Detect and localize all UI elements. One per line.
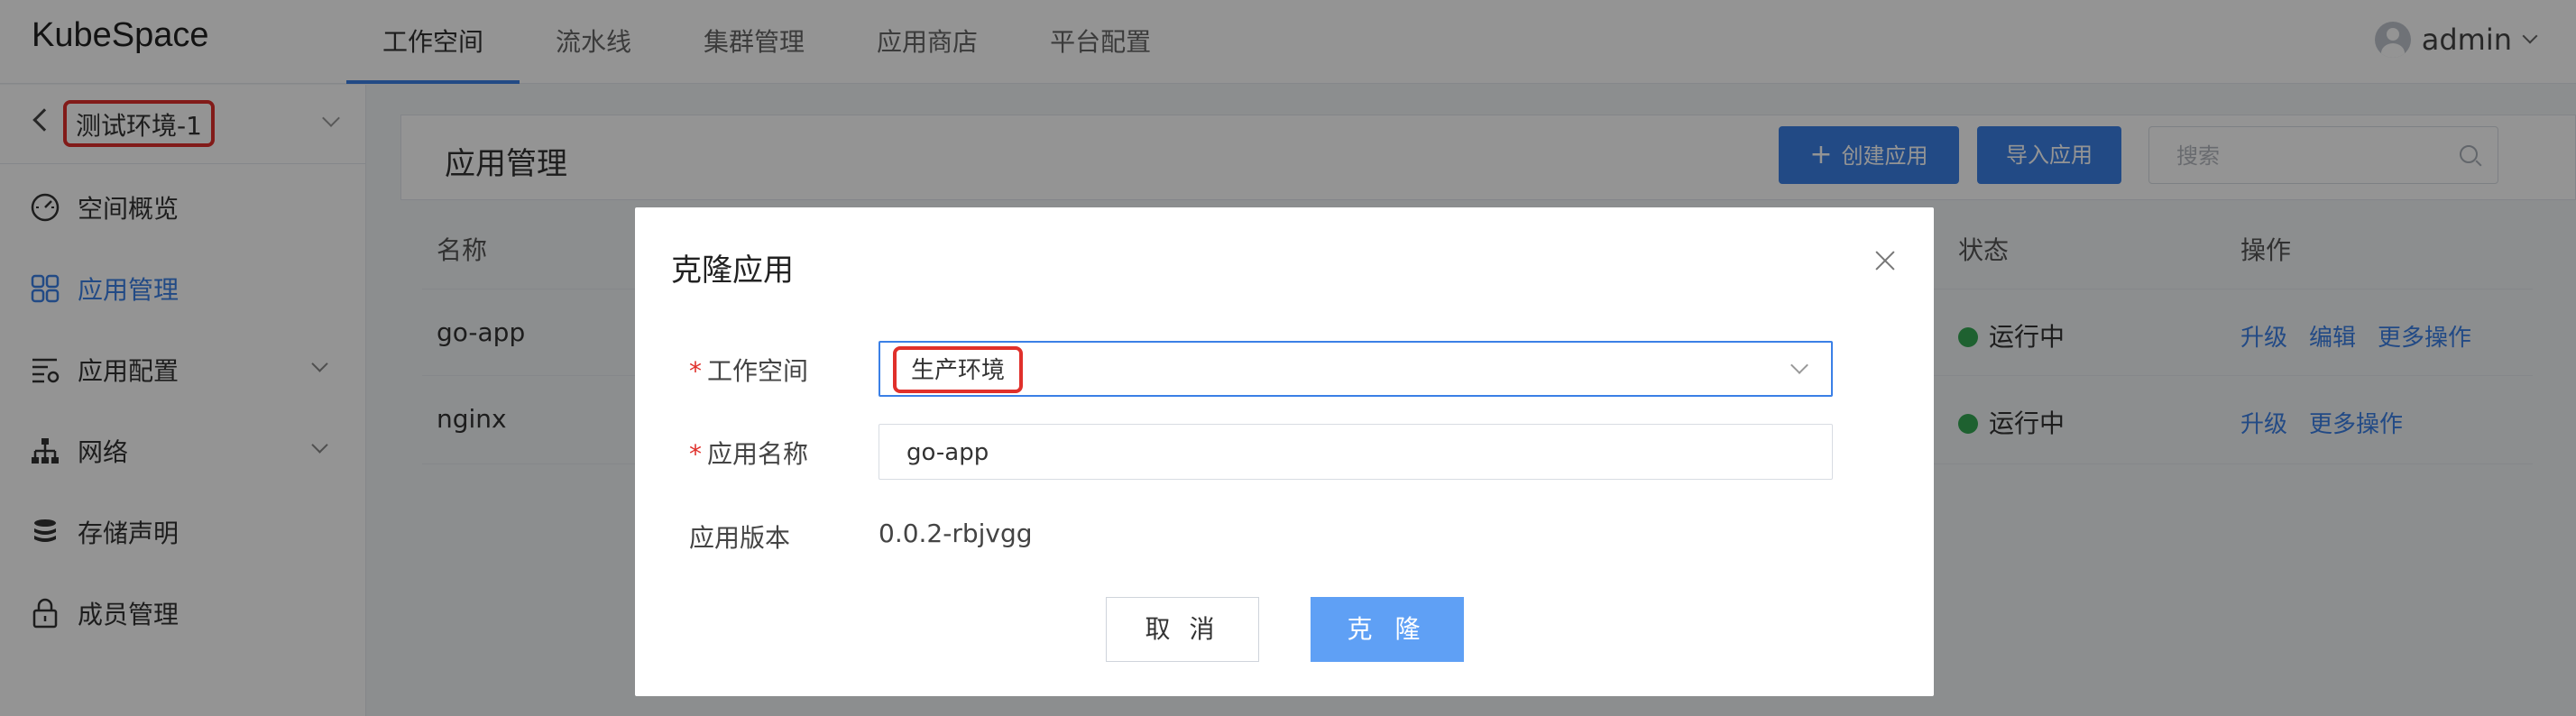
version-label: 应用版本: [689, 523, 791, 553]
app-name-label: * 应用名称: [689, 439, 809, 469]
dialog-title: 克隆应用: [671, 252, 794, 289]
workspace-label: * 工作空间: [689, 356, 809, 386]
close-icon[interactable]: [1872, 248, 1898, 273]
app-name-input[interactable]: [906, 436, 1718, 470]
workspace-selected-value: 生产环境: [893, 346, 1024, 393]
clone-app-dialog: 克隆应用 *工作空间 生产环境 *应用名称 应用版本 0.0.2-rbjvgg …: [635, 207, 1934, 696]
cancel-button[interactable]: 取 消: [1106, 597, 1259, 662]
chevron-down-icon: [1790, 356, 1808, 374]
version-value: 0.0.2-rbjvgg: [879, 519, 1033, 548]
clone-button[interactable]: 克 隆: [1311, 597, 1464, 662]
workspace-select[interactable]: 生产环境: [879, 341, 1833, 397]
app-name-field: [879, 424, 1833, 480]
